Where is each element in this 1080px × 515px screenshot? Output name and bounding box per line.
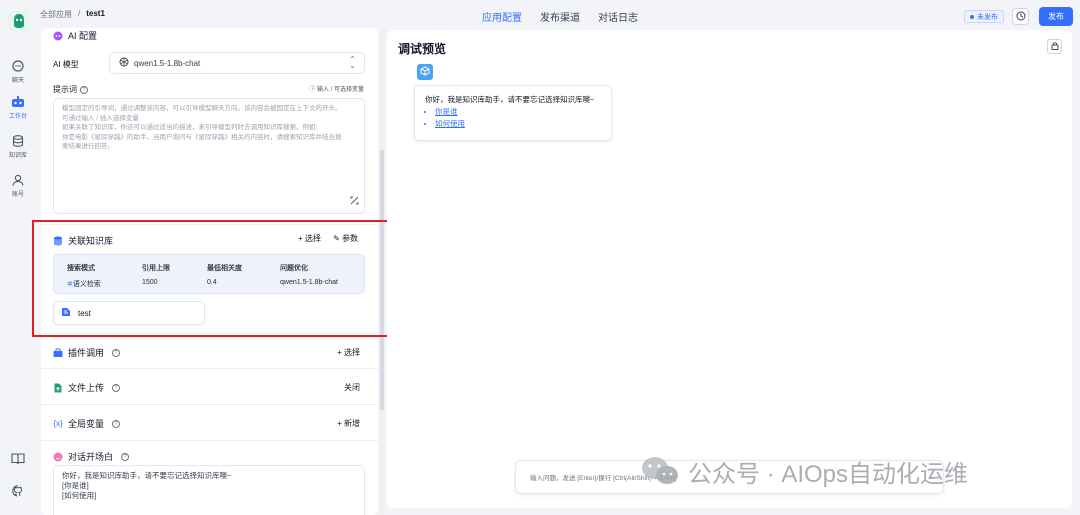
expand-icon[interactable] [350, 196, 359, 209]
breadcrumb-root[interactable]: 全部应用 [40, 9, 72, 20]
ai-robot-icon [53, 31, 63, 41]
nav-item-label: 工作台 [8, 113, 27, 120]
model-value: qwen1.5-1.8b-chat [134, 58, 201, 68]
help-icon[interactable]: ? [121, 452, 130, 461]
toolbox-icon [53, 348, 63, 358]
suggestion-link[interactable]: 如何使用 [435, 118, 601, 130]
file-icon [53, 383, 63, 393]
nav-item-chat[interactable]: 聊天 [2, 56, 34, 86]
help-icon[interactable]: ? [112, 419, 121, 428]
variable-icon: {x} [53, 419, 63, 428]
nav-item-knowledge[interactable]: 知识库 [2, 131, 34, 161]
vars-add-button[interactable]: + 新增 [337, 418, 360, 429]
smile-icon [53, 452, 63, 462]
breadcrumb-separator: / [78, 9, 81, 18]
assistant-message: 你好，我是知识库助手，请不要忘记选择知识库噢~ 你是谁 如何使用 [414, 85, 612, 141]
breadcrumb: 全部应用 / test1 [40, 9, 105, 20]
top-tabs: 应用配置 发布渠道 对话日志 [482, 9, 638, 24]
suggestion-link[interactable]: 你是谁 [435, 106, 601, 118]
history-button[interactable] [1012, 8, 1029, 25]
upload-section-title: 文件上传? [53, 381, 121, 394]
chat-icon [11, 59, 25, 73]
openai-icon [119, 57, 129, 69]
user-icon [11, 173, 25, 187]
ai-config-title: AI 配置 [53, 29, 97, 42]
plugin-select-button[interactable]: + 选择 [337, 347, 360, 358]
nav-item-account[interactable]: 账号 [2, 170, 34, 200]
status-badge: 未发布 [964, 10, 1004, 23]
watermark-text: 公众号 · AIOps自动化运维 [688, 460, 969, 488]
bot-avatar [417, 64, 433, 80]
highlight-frame [32, 220, 417, 337]
select-arrows-icon: ⌃ ⌄ [349, 55, 356, 70]
prompt-hint: ⓘ 输入 / 可选择变量 [309, 87, 364, 93]
nav-item-label: 账号 [11, 191, 24, 198]
preview-title: 调试预览 [398, 42, 447, 56]
clock-icon [1016, 11, 1026, 23]
docs-book-icon[interactable] [10, 451, 26, 467]
watermark: 公众号 · AIOps自动化运维 [640, 448, 968, 494]
preview-panel: 调试预览 你好，我是知识库助手，请不要忘记选择知识库噢~ 你是谁 如何使用 输入… [387, 30, 1072, 508]
robot-icon [11, 95, 25, 109]
model-label: AI 模型 [53, 60, 79, 69]
greeting-text: 你好，我是知识库助手，请不要忘记选择知识库噢~ [425, 95, 595, 104]
tab-app-config[interactable]: 应用配置 [482, 9, 522, 24]
info-icon: ⓘ [309, 87, 316, 93]
left-nav: 聊天 工作台 知识库 账号 [0, 0, 36, 515]
status-text: 未发布 [977, 13, 998, 21]
publish-button[interactable]: 发布 [1039, 7, 1073, 26]
vars-section-title: {x} 全局变量? [53, 417, 121, 430]
prompt-label: 提示词? [53, 84, 88, 95]
cube-icon [420, 66, 430, 78]
help-icon[interactable]: ? [80, 85, 88, 94]
status-dot [970, 14, 974, 19]
wechat-icon [642, 457, 678, 484]
nav-item-label: 聊天 [11, 77, 24, 84]
tab-publish-channel[interactable]: 发布渠道 [540, 9, 580, 24]
opener-section-title: 对话开场白? [53, 450, 130, 463]
github-icon[interactable] [10, 483, 26, 499]
tab-chat-log[interactable]: 对话日志 [598, 9, 638, 24]
lock-button[interactable] [1047, 39, 1062, 54]
divider [41, 404, 378, 405]
breadcrumb-current: test1 [86, 9, 105, 18]
model-select[interactable]: qwen1.5-1.8b-chat ⌃ ⌄ [109, 52, 365, 74]
database-icon [11, 134, 25, 148]
help-icon[interactable]: ? [112, 348, 121, 357]
lock-icon [1051, 41, 1059, 52]
divider [41, 440, 378, 441]
divider [41, 368, 378, 369]
plugin-section-title: 插件调用? [53, 346, 121, 359]
nav-item-label: 知识库 [8, 152, 27, 159]
prompt-textarea[interactable]: 模型固定的引导词，通过调整该内容，可以引导模型聊天方向。该内容会被固定在上下文的… [53, 98, 365, 214]
help-icon[interactable]: ? [112, 383, 121, 392]
divider [41, 337, 378, 338]
opener-textarea[interactable]: 你好，我是知识库助手，请不要忘记选择知识库噢~ [你是谁] [如何使用] [53, 465, 365, 515]
app-logo [8, 10, 30, 32]
nav-item-workbench[interactable]: 工作台 [2, 92, 34, 122]
top-header: 全部应用 / test1 应用配置 发布渠道 对话日志 未发布 发布 [36, 0, 1080, 30]
upload-toggle[interactable]: 关闭 [344, 382, 360, 393]
